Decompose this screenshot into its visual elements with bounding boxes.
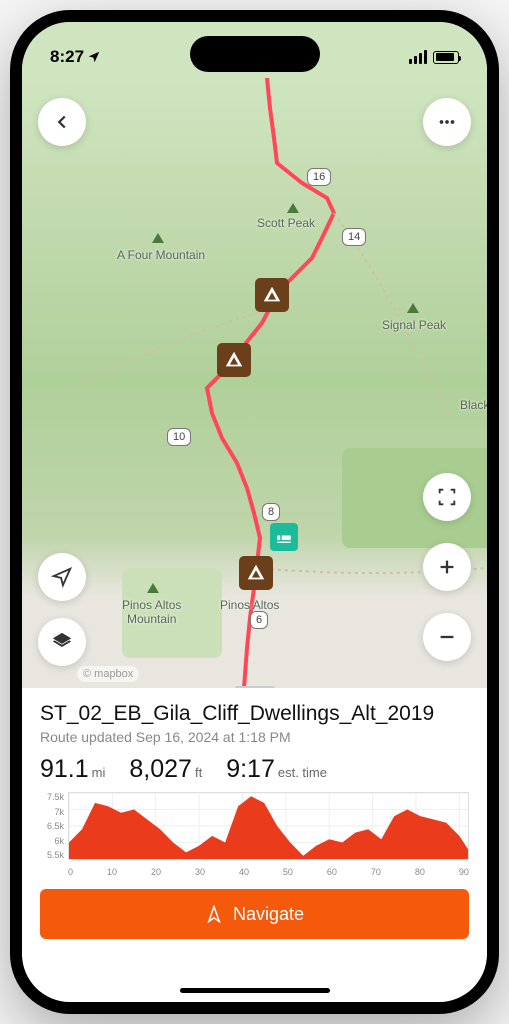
time-text: 8:27 (50, 47, 84, 67)
stat-value: 91.1 (40, 755, 89, 784)
route-updated: Route updated Sep 16, 2024 at 1:18 PM (40, 729, 469, 745)
mile-marker: 16 (307, 168, 331, 186)
peak-icon (147, 583, 159, 593)
camp-poi-icon[interactable] (255, 278, 289, 312)
bottom-sheet: ST_02_EB_Gila_Cliff_Dwellings_Alt_2019 R… (22, 688, 487, 957)
map-label-a-four-mountain: A Four Mountain (117, 248, 205, 262)
stat-value: 9:17 (226, 755, 275, 784)
dynamic-island (190, 36, 320, 72)
map[interactable]: Scott Peak A Four Mountain Signal Peak B… (22, 78, 487, 688)
elev-y-labels: 7.5k7k6.5k6k5.5k (40, 792, 64, 860)
stat-value: 8,027 (129, 755, 192, 784)
more-button[interactable] (423, 98, 471, 146)
mile-marker: 8 (262, 503, 280, 521)
location-arrow-icon (87, 50, 101, 64)
lodge-poi-icon[interactable] (270, 523, 298, 551)
stat-unit: est. time (278, 765, 327, 780)
home-indicator[interactable] (180, 988, 330, 993)
mapbox-attribution: © mapbox (77, 666, 139, 682)
stat-unit: ft (195, 765, 202, 780)
back-button[interactable] (38, 98, 86, 146)
layers-button[interactable] (38, 618, 86, 666)
mile-marker: 14 (342, 228, 366, 246)
status-time: 8:27 (50, 47, 101, 67)
stats-row: 91.1 mi 8,027 ft 9:17 est. time (40, 755, 469, 784)
fullscreen-button[interactable] (423, 473, 471, 521)
navigate-button[interactable]: Navigate (40, 889, 469, 939)
elevation-chart: 7.5k7k6.5k6k5.5k 0102030405060708090 (40, 792, 469, 877)
zoom-out-button[interactable] (423, 613, 471, 661)
mile-marker: 6 (250, 611, 268, 629)
stat-distance: 91.1 mi (40, 755, 105, 784)
sheet-handle[interactable] (235, 686, 275, 688)
route-title: ST_02_EB_Gila_Cliff_Dwellings_Alt_2019 (40, 702, 469, 726)
map-label-scott-peak: Scott Peak (257, 216, 315, 230)
map-label-signal-peak: Signal Peak (382, 318, 446, 332)
stat-elevation: 8,027 ft (129, 755, 202, 784)
phone-frame: 8:27 (10, 10, 499, 1014)
map-label-pinos-altos: Pinos Altos (220, 598, 279, 612)
navigate-label: Navigate (233, 904, 304, 925)
stat-time: 9:17 est. time (226, 755, 327, 784)
locate-button[interactable] (38, 553, 86, 601)
stat-unit: mi (92, 765, 106, 780)
camp-poi-icon[interactable] (217, 343, 251, 377)
zoom-in-button[interactable] (423, 543, 471, 591)
mile-marker: 10 (167, 428, 191, 446)
elev-x-labels: 0102030405060708090 (68, 867, 469, 877)
status-indicators (409, 50, 459, 64)
signal-icon (409, 50, 427, 64)
navigate-icon (205, 905, 223, 923)
peak-icon (152, 233, 164, 243)
peak-icon (287, 203, 299, 213)
elev-plot (68, 792, 469, 860)
peak-icon (407, 303, 419, 313)
map-label-pinos-altos-mountain: Pinos Altos Mountain (122, 598, 181, 626)
battery-icon (433, 51, 459, 64)
phone-screen: 8:27 (22, 22, 487, 1002)
route-line (22, 78, 487, 688)
camp-poi-icon[interactable] (239, 556, 273, 590)
map-label-black: Black (460, 398, 487, 412)
